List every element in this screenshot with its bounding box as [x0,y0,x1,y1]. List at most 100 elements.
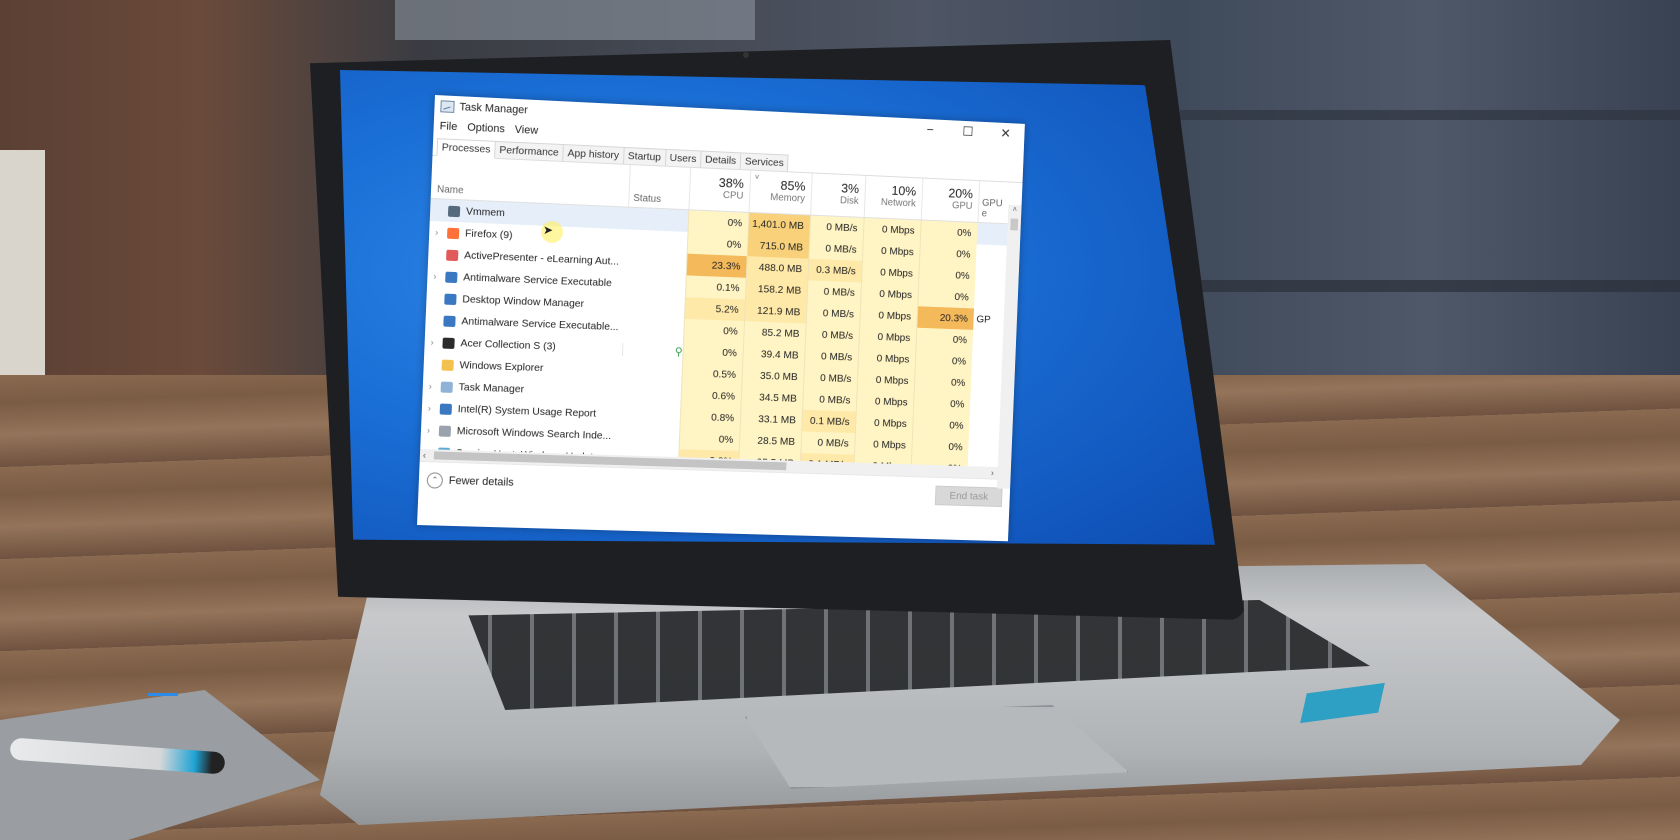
cpu-cell: 0.8% [679,405,741,430]
gpu-engine-cell [972,362,1000,363]
tab-app-history[interactable]: App history [562,144,625,164]
network-cell: 0 Mbps [858,325,917,350]
vertical-scroll-thumb[interactable] [1010,218,1019,231]
process-status [627,218,689,222]
disk-cell: 0.3 MB/s [807,258,862,283]
chevron-right-icon[interactable]: › [427,425,439,435]
header-memory[interactable]: ˅ 85% Memory [748,170,812,215]
menu-file[interactable]: File [439,120,457,133]
gpu-cell: 0% [914,349,973,373]
gpu-engine-cell [968,448,996,449]
process-name: Desktop Window Manager [462,293,585,310]
process-name-cell: Windows Explorer [424,358,622,377]
window-controls: − ☐ ✕ [911,121,1025,142]
cpu-label: CPU [722,190,744,202]
network-cell: 0 Mbps [859,303,918,328]
process-status [623,305,685,308]
service-icon [439,403,453,415]
fewer-details-link[interactable]: Fewer details [449,475,514,489]
header-name[interactable]: Name [431,156,630,207]
background-poster [0,150,45,380]
chevron-right-icon[interactable]: › [428,403,440,413]
process-name: Vmmem [465,205,506,220]
memory-cell: 35.0 MB [741,364,804,389]
cpu-cell: 23.3% [685,253,747,278]
end-task-button[interactable]: End task [934,485,1003,508]
disk-cell: 0 MB/s [802,388,857,412]
acer-icon [442,337,455,349]
process-status [623,327,684,330]
mouse-pointer-icon: ➤ [543,223,554,237]
process-status [624,283,686,287]
cpu-cell: 0.6% [680,383,742,408]
cpu-cell: 0% [683,318,745,343]
background-shelf [1180,110,1680,120]
process-name-cell: Antimalware Service Executable... [425,314,623,333]
process-status [619,414,680,417]
memory-cell: 33.1 MB [739,407,803,432]
chevron-right-icon[interactable]: › [429,381,441,391]
scroll-up-icon[interactable]: ˄ [1008,205,1022,214]
gpu-engine-cell [973,341,1001,342]
minimize-button[interactable]: − [911,121,950,138]
memory-cell: 1,401.0 MB [747,212,811,238]
cpu-cell: 0.1% [684,275,746,300]
webcam [743,52,749,58]
memory-cell: 121.9 MB [744,299,807,324]
cpu-cell: 0% [686,231,748,257]
disk-cell: 0 MB/s [800,431,855,455]
tab-performance[interactable]: Performance [494,140,565,161]
maximize-button[interactable]: ☐ [949,123,987,140]
cpu-cell: 5.2% [683,297,745,322]
tablet-led [148,693,178,696]
service-icon [443,315,456,327]
header-gpu[interactable]: 20% GPU [920,178,980,222]
menu-options[interactable]: Options [467,122,505,136]
process-name: ActivePresenter - eLearning Aut... [463,249,620,268]
process-status: ⚲ [621,342,683,358]
scroll-left-icon[interactable]: ‹ [420,450,426,460]
network-cell: 0 Mbps [861,239,920,264]
gpu-engine-cell [976,255,1004,256]
process-list: Vmmem 0% 1,401.0 MB 0 MB/s 0 Mbps 0% › Firefox … [420,198,1021,468]
gpu-cell: 0% [917,284,975,309]
chevron-up-circle-icon[interactable]: ⌃ [426,472,444,489]
network-cell: 0 Mbps [855,390,914,414]
header-cpu[interactable]: 38% CPU [688,167,751,212]
network-cell: 0 Mbps [860,282,919,307]
disk-cell: 0.1 MB/s [801,409,856,434]
chevron-right-icon[interactable]: › [433,271,445,281]
tab-details[interactable]: Details [699,150,742,170]
task-manager-icon [440,100,455,113]
activepresenter-icon [446,249,459,261]
process-name-cell: › Intel(R) System Usage Report [422,402,620,421]
process-status [626,240,688,243]
tab-services[interactable]: Services [739,152,789,172]
process-name: Task Manager [458,381,525,396]
taskmanager-icon [440,381,453,393]
chevron-right-icon[interactable]: › [435,227,447,237]
process-name: Antimalware Service Executable... [461,315,619,334]
memory-cell: 39.4 MB [742,342,805,367]
process-status [621,370,682,374]
tab-users[interactable]: Users [664,148,702,168]
header-network[interactable]: 10% Network [863,175,923,220]
header-gpu-engine[interactable]: GPU e [977,181,1008,224]
disk-cell: 0 MB/s [805,301,861,326]
disk-cell: 0 MB/s [804,323,860,348]
menu-view[interactable]: View [514,124,538,137]
vm-icon [447,205,461,217]
scroll-right-icon[interactable]: › [991,468,1011,478]
disk-cell: 0 MB/s [806,280,862,304]
header-status[interactable]: Status [628,165,691,210]
memory-cell: 28.5 MB [738,429,802,453]
service-icon [444,293,457,305]
close-button[interactable]: ✕ [987,125,1025,142]
background-window [395,0,755,40]
chevron-right-icon[interactable]: › [430,337,442,347]
gpu-engine-cell [977,234,1005,235]
tab-startup[interactable]: Startup [622,146,667,166]
gpu-cell: 0% [913,370,972,395]
header-disk[interactable]: 3% Disk [810,173,866,217]
cpu-cell: 0% [687,210,749,235]
